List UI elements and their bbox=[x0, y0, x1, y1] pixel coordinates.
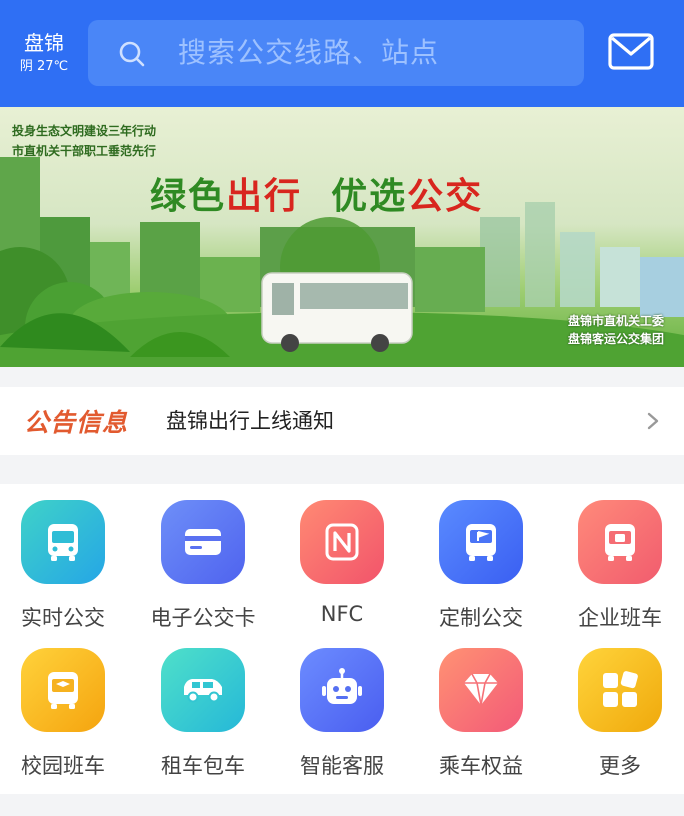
weather-text: 阴 27℃ bbox=[19, 59, 69, 74]
service-icon-bg bbox=[161, 500, 245, 584]
service-label: 租车包车 bbox=[161, 754, 245, 778]
service-car-rental[interactable]: 租车包车 bbox=[138, 632, 268, 778]
service-label: 校园班车 bbox=[21, 754, 105, 778]
headline-part: 优选 bbox=[331, 176, 408, 217]
service-nfc[interactable]: NFC bbox=[277, 484, 407, 626]
service-custom-bus[interactable]: 定制公交 bbox=[416, 484, 546, 630]
search-input[interactable]: 搜索公交线路、站点 bbox=[88, 20, 584, 86]
headline-part: 出行 bbox=[226, 176, 303, 217]
notice-tag: 公告信息 bbox=[24, 408, 129, 437]
more-apps-icon bbox=[603, 671, 638, 707]
banner-headline: 绿色出行 优选公交 bbox=[150, 167, 483, 219]
robot-icon bbox=[322, 668, 362, 704]
banner-slogan-1: 投身生态文明建设三年行动 bbox=[12, 124, 157, 138]
service-label: 实时公交 bbox=[21, 606, 105, 630]
bus-icon bbox=[48, 524, 78, 561]
app-header: 盘锦 阴 27℃ 搜索公交线路、站点 bbox=[0, 0, 684, 107]
car-icon bbox=[184, 679, 222, 703]
notice-bar[interactable]: 公告信息 盘锦出行上线通知 bbox=[0, 387, 684, 455]
service-label: NFC bbox=[320, 602, 364, 626]
service-label: 定制公交 bbox=[439, 606, 523, 630]
chevron-right-icon bbox=[647, 412, 659, 430]
service-label: 企业班车 bbox=[578, 606, 662, 630]
service-label: 智能客服 bbox=[300, 754, 384, 778]
bottom-spacer bbox=[0, 794, 684, 816]
service-icon-bg bbox=[300, 648, 384, 732]
banner-org-2: 盘锦客运公交集团 bbox=[567, 332, 664, 346]
notice-text: 盘锦出行上线通知 bbox=[166, 409, 334, 433]
service-icon-bg bbox=[21, 500, 105, 584]
banner-org-1: 盘锦市直机关工委 bbox=[567, 314, 664, 328]
search-icon bbox=[119, 41, 145, 67]
service-icon-bg bbox=[439, 500, 523, 584]
service-more[interactable]: 更多 bbox=[555, 632, 684, 778]
search-placeholder: 搜索公交线路、站点 bbox=[178, 36, 440, 69]
service-grid: 实时公交 电子公交卡 NFC 定制公交 企业班车 校园班车 租车包车 智能客服 … bbox=[0, 484, 684, 794]
service-realtime-bus[interactable]: 实时公交 bbox=[0, 484, 128, 630]
school-bus-icon bbox=[48, 672, 78, 709]
service-label: 电子公交卡 bbox=[150, 606, 256, 630]
banner-slogan-2: 市直机关干部职工垂范先行 bbox=[12, 144, 157, 158]
custom-bus-icon bbox=[466, 524, 496, 561]
service-school-bus[interactable]: 校园班车 bbox=[0, 632, 128, 778]
service-e-card[interactable]: 电子公交卡 bbox=[138, 484, 268, 630]
service-icon-bg bbox=[161, 648, 245, 732]
headline-part: 公交 bbox=[407, 176, 484, 217]
card-icon bbox=[185, 529, 221, 555]
headline-part: 绿色 bbox=[150, 176, 227, 217]
service-icon-bg bbox=[300, 500, 384, 584]
service-label: 更多 bbox=[599, 754, 641, 778]
promo-banner[interactable]: 投身生态文明建设三年行动 市直机关干部职工垂范先行 绿色出行 优选公交 盘锦市直… bbox=[0, 107, 684, 367]
service-icon-bg bbox=[578, 648, 662, 732]
city-weather[interactable]: 盘锦 阴 27℃ bbox=[16, 30, 72, 76]
service-icon-bg bbox=[578, 500, 662, 584]
service-icon-bg bbox=[439, 648, 523, 732]
service-enterprise-bus[interactable]: 企业班车 bbox=[555, 484, 684, 630]
service-rider-benefits[interactable]: 乘车权益 bbox=[416, 632, 546, 778]
nfc-icon bbox=[325, 523, 359, 561]
service-smart-support[interactable]: 智能客服 bbox=[277, 632, 407, 778]
service-icon-bg bbox=[21, 648, 105, 732]
enterprise-bus-icon bbox=[605, 524, 635, 561]
city-name: 盘锦 bbox=[24, 31, 64, 55]
mail-icon[interactable] bbox=[608, 32, 654, 72]
service-label: 乘车权益 bbox=[439, 754, 523, 778]
diamond-icon bbox=[464, 673, 498, 706]
